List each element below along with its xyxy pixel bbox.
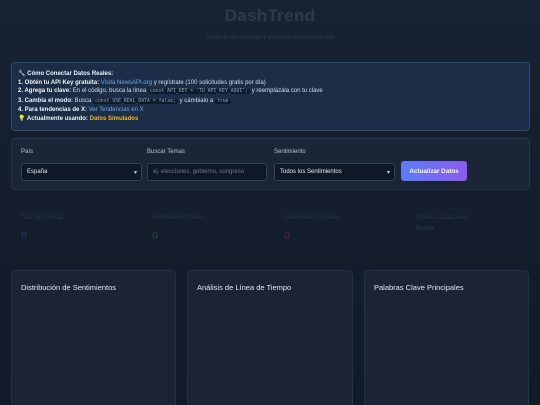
stat-positive: Sentimiento Positivo 0 [152,215,207,242]
x-trends-link[interactable]: Ver Tendencias en X [87,107,144,113]
api-info-box: 🔧 Cómo Conectar Datos Reales: 1. Obtén t… [11,62,530,131]
timeline-analysis-panel: Análisis de Línea de Tiempo [187,270,353,405]
app-title: DashTrend [224,6,316,25]
sentiment-distribution-panel: Distribución de Sentimientos [11,270,176,405]
info-step-4: 4. Para tendencias de X: Ver Tendencias … [18,107,144,114]
newsapi-link[interactable]: Visita NewsAPI.org [101,80,152,86]
update-data-button[interactable]: Actualizar Datos [401,161,467,181]
panel-title: Palabras Clave Principales [374,283,464,292]
panel-title: Análisis de Línea de Tiempo [197,283,292,292]
top-keywords-panel: Palabras Clave Principales [364,270,529,405]
info-step-3: 3. Cambia el modo: Busca const USE_REAL_… [18,97,231,104]
real-data-code: const USE_REAL_DATA = false; [93,98,178,104]
app-subtitle: Análisis de noticias y debates en tiempo… [205,34,335,41]
info-step-2: 2. Agrega tu clave: En el código, busca … [18,88,323,95]
chevron-down-icon: ▾ [133,170,137,176]
stats-row: Total de Noticias 0 Sentimiento Positivo… [0,215,540,255]
sentiment-label: Sentimiento [274,149,306,155]
country-label: País [21,149,34,155]
search-input[interactable]: ej. elecciones, gobierno, congreso [147,163,267,181]
true-code: true [214,98,231,104]
chevron-down-icon: ▾ [386,170,390,176]
search-label: Buscar Temas [147,149,185,155]
data-mode-value: Datos Simulados [89,115,139,122]
info-step-1: 1. Obtén tu API Key gratuita: Visita New… [18,79,266,86]
country-select[interactable]: España ▾ [21,163,142,181]
sentiment-select[interactable]: Todos los Sentimientos ▾ [274,163,395,181]
info-title: 🔧 Cómo Conectar Datos Reales: [18,71,114,77]
panel-title: Distribución de Sentimientos [21,283,117,292]
stat-last-update: Última Actualización Nunca [416,215,470,232]
stat-negative: Sentimiento Negativo 0 [284,215,342,242]
app-header: DashTrend Análisis de noticias y debates… [0,6,540,41]
api-key-code: const API_KEY = 'TU_API_KEY_AQUI'; [147,89,251,95]
filters-panel: País España ▾ Buscar Temas ej. eleccione… [11,138,530,190]
info-status: 💡 Actualmente usando: Datos Simulados [18,115,139,122]
stat-total-news: Total de Noticias 0 [21,215,66,242]
